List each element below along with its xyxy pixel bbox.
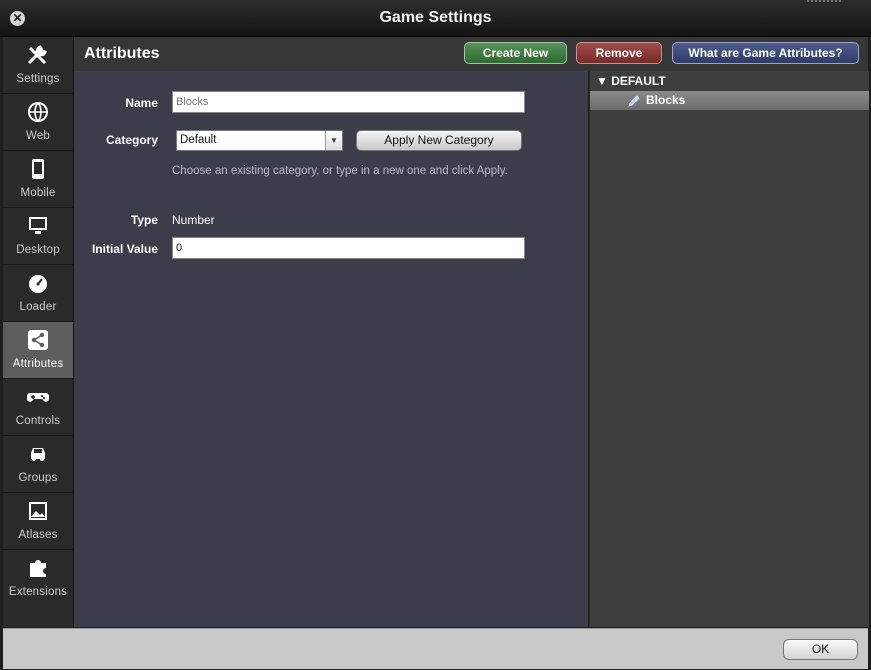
category-label: Category bbox=[105, 133, 158, 147]
sidebar-item-label: Loader bbox=[19, 301, 57, 313]
phone-icon bbox=[32, 159, 44, 179]
category-value: Default bbox=[180, 134, 217, 146]
sidebar-item-label: Settings bbox=[16, 73, 60, 85]
sidebar-item-label: Web bbox=[25, 130, 51, 142]
sidebar-item-label: Attributes bbox=[12, 358, 64, 370]
sidebar-item-atlases[interactable]: Atlases bbox=[3, 493, 73, 550]
sidebar-item-groups[interactable]: Groups bbox=[3, 436, 73, 493]
sidebar-item-controls[interactable]: Controls bbox=[3, 379, 73, 436]
sidebar-item-label: Groups bbox=[18, 472, 58, 484]
window-title: Game Settings bbox=[379, 9, 492, 26]
header-bar: Attributes Create New Remove What are Ga… bbox=[74, 37, 868, 72]
name-input[interactable] bbox=[172, 91, 525, 113]
remove-button[interactable]: Remove bbox=[576, 42, 662, 64]
name-label: Name bbox=[125, 96, 158, 110]
category-combo[interactable]: Default ▼ bbox=[176, 130, 343, 151]
footer-bar: OK bbox=[3, 628, 868, 669]
image-icon bbox=[29, 502, 47, 520]
chevron-down-icon[interactable]: ▼ bbox=[325, 131, 342, 150]
sidebar-item-mobile[interactable]: Mobile bbox=[3, 151, 73, 208]
sidebar-item-extensions[interactable]: Extensions bbox=[3, 550, 73, 606]
wrench-icon bbox=[27, 45, 47, 65]
pencil-icon bbox=[628, 95, 640, 107]
share-icon bbox=[28, 330, 48, 350]
resize-grip[interactable] bbox=[807, 0, 841, 6]
puzzle-icon bbox=[30, 560, 46, 577]
tree-item-blocks[interactable]: Blocks bbox=[590, 91, 869, 110]
sidebar-item-desktop[interactable]: Desktop bbox=[3, 208, 73, 265]
apply-category-button[interactable]: Apply New Category bbox=[356, 130, 522, 151]
type-label: Type bbox=[130, 213, 158, 227]
sidebar-item-label: Atlases bbox=[18, 529, 58, 541]
attribute-form: Name Category Default ▼ Apply New Catego… bbox=[74, 71, 588, 627]
monitor-icon bbox=[29, 217, 47, 234]
type-value: Number bbox=[172, 213, 215, 227]
initial-value-input[interactable] bbox=[172, 237, 525, 259]
category-hint: Choose an existing category, or type in … bbox=[172, 165, 508, 177]
initial-value-label: Initial Value bbox=[91, 242, 158, 256]
sidebar-item-attributes[interactable]: Attributes bbox=[3, 322, 73, 379]
gauge-icon bbox=[29, 275, 47, 293]
tree-item-label: Blocks bbox=[646, 93, 686, 107]
attribute-tree: ▼ DEFAULT Blocks bbox=[589, 71, 869, 627]
sidebar: Settings Web Mobile Desktop Loader Attri… bbox=[3, 37, 74, 627]
page-title: Attributes bbox=[84, 45, 160, 62]
ok-button[interactable]: OK bbox=[783, 639, 858, 660]
car-icon bbox=[31, 448, 45, 461]
globe-icon bbox=[28, 102, 48, 122]
sidebar-item-loader[interactable]: Loader bbox=[3, 265, 73, 322]
sidebar-item-label: Desktop bbox=[16, 244, 60, 256]
tree-group-default[interactable]: ▼ DEFAULT bbox=[596, 74, 666, 88]
sidebar-item-label: Controls bbox=[15, 415, 61, 427]
sidebar-item-label: Extensions bbox=[8, 586, 68, 598]
title-bar: ✕ Game Settings bbox=[0, 0, 871, 37]
sidebar-item-label: Mobile bbox=[20, 187, 56, 199]
sidebar-item-settings[interactable]: Settings bbox=[3, 37, 73, 94]
sidebar-item-web[interactable]: Web bbox=[3, 94, 73, 151]
gamepad-icon bbox=[27, 393, 49, 402]
help-button[interactable]: What are Game Attributes? bbox=[672, 42, 859, 64]
create-new-button[interactable]: Create New bbox=[464, 42, 567, 64]
